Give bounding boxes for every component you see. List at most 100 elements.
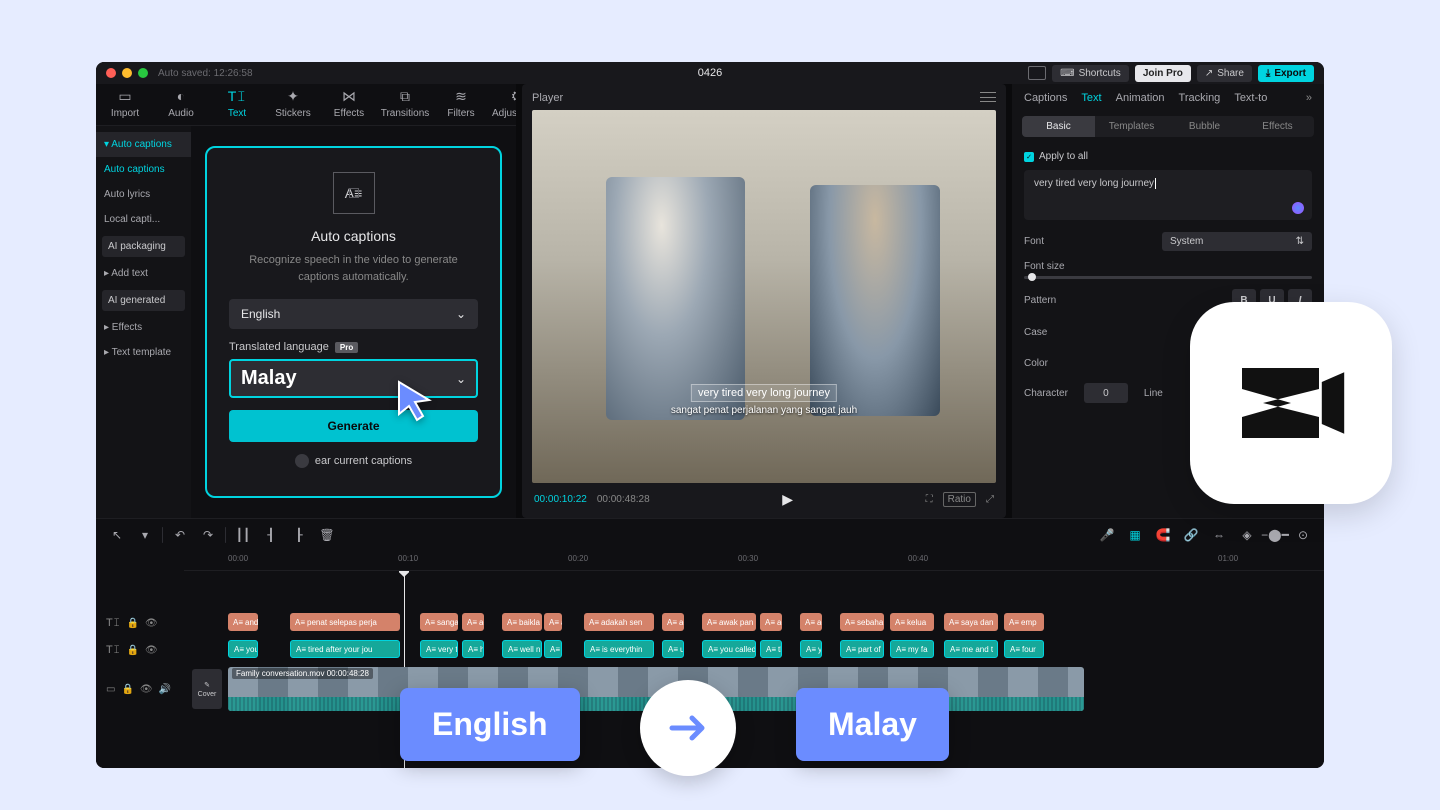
caption-clip[interactable]: A≡ ad: [760, 613, 782, 631]
redo-button[interactable]: ↷: [197, 524, 219, 546]
caption-clip[interactable]: A≡ a: [544, 640, 562, 658]
caption-clip[interactable]: A≡ sebaha: [840, 613, 884, 631]
caption-clip[interactable]: A≡ you: [228, 640, 258, 658]
tab-adjustment[interactable]: ⚙Adjustment: [498, 87, 516, 119]
window-controls[interactable]: [106, 68, 148, 78]
caption-clip[interactable]: A≡ a: [544, 613, 562, 631]
font-select[interactable]: System⇅: [1162, 232, 1312, 251]
sidebar-item-auto-lyrics[interactable]: Auto lyrics: [96, 182, 191, 207]
caption-clip[interactable]: A≡ adakah sen: [584, 613, 654, 631]
share-button[interactable]: ↗Share: [1197, 65, 1252, 82]
tab-effects[interactable]: ⋈Effects: [330, 87, 368, 119]
caption-clip[interactable]: A≡ you called: [702, 640, 756, 658]
minimize-window-icon[interactable]: [122, 68, 132, 78]
player-menu-icon[interactable]: [980, 92, 996, 102]
zoom-fit[interactable]: ⊙: [1292, 524, 1314, 546]
tab-filters[interactable]: ≋Filters: [442, 87, 480, 119]
mic-icon[interactable]: 🎤: [1096, 524, 1118, 546]
subtab-templates[interactable]: Templates: [1095, 116, 1168, 137]
caption-clip[interactable]: A≡ my fa: [890, 640, 934, 658]
tab-text[interactable]: T𝙸Text: [218, 87, 256, 119]
caption-clip[interactable]: A≡ baikla: [502, 613, 542, 631]
source-language-select[interactable]: English⌄: [229, 299, 478, 329]
zoom-out[interactable]: −⬤━: [1264, 524, 1286, 546]
ratio-button[interactable]: Ratio: [943, 492, 976, 507]
crop-icon[interactable]: ⛶: [926, 494, 933, 505]
tab-audio[interactable]: ◐Audio: [162, 87, 200, 119]
subtab-basic[interactable]: Basic: [1022, 116, 1095, 137]
sidebar-item-ai-generated[interactable]: AI generated: [102, 290, 185, 311]
sidebar-item-ai-packaging[interactable]: AI packaging: [102, 236, 185, 257]
cover-button[interactable]: ✎Cover: [192, 669, 222, 709]
caption-text-input[interactable]: very tired very long journey: [1024, 170, 1312, 220]
undo-button[interactable]: ↶: [169, 524, 191, 546]
tab-transitions[interactable]: ⧉Transitions: [386, 87, 424, 119]
caption-clip[interactable]: A≡ kelua: [890, 613, 934, 631]
ai-assist-icon[interactable]: [1292, 202, 1304, 214]
clear-captions-toggle[interactable]: ear current captions: [229, 454, 478, 468]
caption-clip[interactable]: A≡ th: [760, 640, 782, 658]
subtab-effects[interactable]: Effects: [1241, 116, 1314, 137]
fullscreen-icon[interactable]: ⤢: [986, 494, 994, 505]
dropdown-icon[interactable]: ▾: [134, 524, 156, 546]
export-button[interactable]: ⤓Export: [1258, 65, 1314, 82]
sidebar-item-auto-captions[interactable]: Auto captions: [96, 157, 191, 182]
caption-clip[interactable]: A≡ awak pan: [702, 613, 756, 631]
caption-clip[interactable]: A≡ emp: [1004, 613, 1044, 631]
fontsize-slider[interactable]: [1024, 276, 1312, 279]
caption-overlay[interactable]: very tired very long journey sangat pena…: [671, 383, 857, 416]
play-button[interactable]: ▶: [782, 491, 793, 508]
tab-stickers[interactable]: ✦Stickers: [274, 87, 312, 119]
video-preview[interactable]: very tired very long journey sangat pena…: [532, 110, 996, 483]
close-window-icon[interactable]: [106, 68, 116, 78]
caption-clip[interactable]: A≡ h: [462, 640, 484, 658]
delete-tool[interactable]: 🗑: [316, 524, 338, 546]
apply-to-all-checkbox[interactable]: ✓Apply to all: [1024, 151, 1312, 162]
sidebar-item-effects[interactable]: ▸ Effects: [96, 315, 191, 340]
shortcuts-button[interactable]: ⌨Shortcuts: [1052, 65, 1129, 82]
caption-clip[interactable]: A≡ you: [800, 640, 822, 658]
align-tool[interactable]: ⇔: [1208, 524, 1230, 546]
caption-clip[interactable]: A≡ penat selepas perja: [290, 613, 400, 631]
subtab-bubble[interactable]: Bubble: [1168, 116, 1241, 137]
caption-clip[interactable]: A≡ very t: [420, 640, 458, 658]
marker-tool[interactable]: ◈: [1236, 524, 1258, 546]
split-tool[interactable]: ┃┃: [232, 524, 254, 546]
tab-import[interactable]: ▭Import: [106, 87, 144, 119]
tab-captions[interactable]: Captions: [1024, 92, 1067, 104]
caption-clip[interactable]: A≡ is everythin: [584, 640, 654, 658]
tab-animation[interactable]: Animation: [1116, 92, 1165, 104]
sidebar-item-local-captions[interactable]: Local capti...: [96, 207, 191, 232]
translated-language-select[interactable]: Malay⌄: [229, 359, 478, 398]
link-tool[interactable]: 🔗: [1180, 524, 1202, 546]
join-pro-button[interactable]: Join Pro: [1135, 65, 1191, 82]
caption-track-en[interactable]: T𝙸🔒👁 A≡ youA≡ tired after your jouA≡ ver…: [96, 638, 1324, 662]
sidebar-item-text-template[interactable]: ▸ Text template: [96, 340, 191, 365]
caption-clip[interactable]: A≡ tired after your jou: [290, 640, 400, 658]
caption-track-ms[interactable]: T𝙸🔒👁 A≡ andA≡ penat selepas perjaA≡ sang…: [96, 611, 1324, 635]
caption-clip[interactable]: A≡ sanga: [420, 613, 458, 631]
caption-clip[interactable]: A≡ part of: [840, 640, 884, 658]
more-icon[interactable]: »: [1306, 92, 1312, 104]
tab-text-inspector[interactable]: Text: [1081, 92, 1101, 104]
generate-button[interactable]: Generate: [229, 410, 478, 442]
caption-clip[interactable]: A≡ and: [228, 613, 258, 631]
trim-left-tool[interactable]: ┨: [260, 524, 282, 546]
trim-right-tool[interactable]: ┠: [288, 524, 310, 546]
layout-icon[interactable]: [1028, 66, 1046, 80]
snap-tool[interactable]: ▦: [1124, 524, 1146, 546]
caption-clip[interactable]: A≡ ad: [662, 613, 684, 631]
caption-clip[interactable]: A≡ four: [1004, 640, 1044, 658]
tab-text-to[interactable]: Text-to: [1234, 92, 1267, 104]
cursor-tool[interactable]: ↖: [106, 524, 128, 546]
caption-clip[interactable]: A≡ me and t: [944, 640, 998, 658]
character-spacing-input[interactable]: 0: [1084, 383, 1128, 403]
caption-clip[interactable]: A≡ u: [662, 640, 684, 658]
caption-clip[interactable]: A≡ ad: [800, 613, 822, 631]
magnet-tool[interactable]: 🧲: [1152, 524, 1174, 546]
sidebar-item-add-text[interactable]: ▸ Add text: [96, 261, 191, 286]
maximize-window-icon[interactable]: [138, 68, 148, 78]
tab-tracking[interactable]: Tracking: [1179, 92, 1221, 104]
caption-clip[interactable]: A≡ saya dan: [944, 613, 998, 631]
timeline-ruler[interactable]: 00:00 00:10 00:20 00:30 00:40 01:00: [184, 551, 1324, 571]
